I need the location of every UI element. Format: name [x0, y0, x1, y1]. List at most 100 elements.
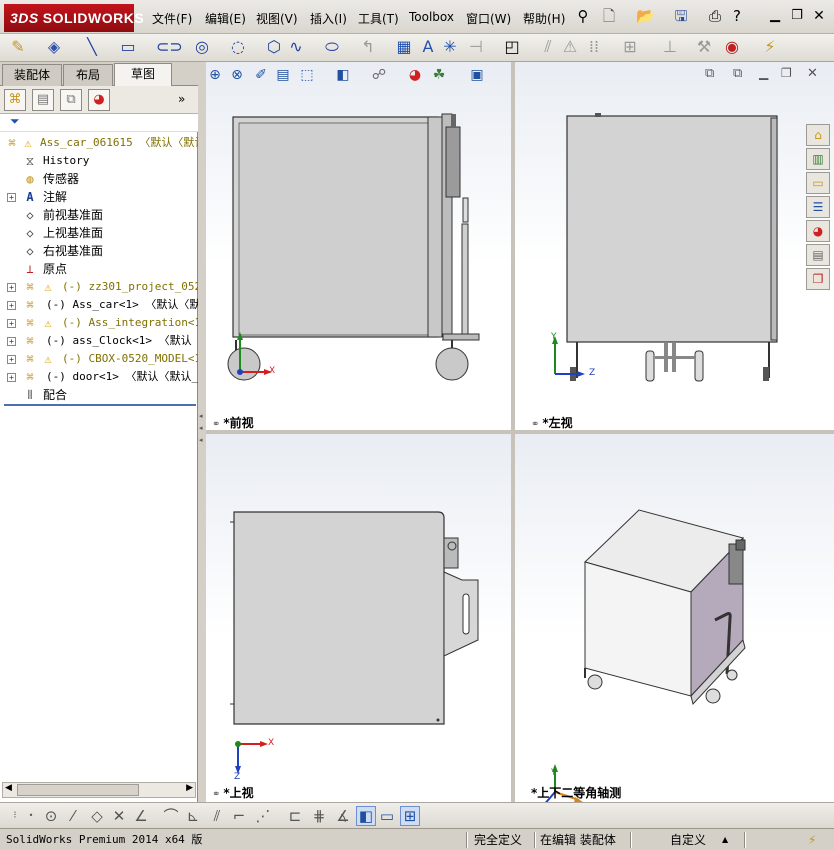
- fillet-icon[interactable]: ↰: [358, 38, 378, 56]
- solidworks-forum-icon[interactable]: ❐: [806, 268, 830, 290]
- point-icon[interactable]: ✳: [440, 38, 460, 56]
- viewport-minimize-icon[interactable]: ▁: [759, 66, 768, 80]
- hide-show-icon[interactable]: ☍: [370, 66, 388, 84]
- collapse-arrow-icon[interactable]: ◂: [199, 412, 203, 420]
- viewport-isometric[interactable]: Y X Z *上下二等角轴测: [515, 434, 834, 802]
- menu-toolbox[interactable]: Toolbox: [409, 10, 454, 24]
- tree-item-component[interactable]: + ⌘ (-) door<1> 〈默认〈默认_显: [0, 368, 198, 386]
- feature-manager-icon[interactable]: ⌘: [4, 89, 26, 111]
- viewport-front[interactable]: X ⚭ *前视 ⊕ ⊗ ✐ ▤ ⬚ ◧ ☍ ◕ ☘ ▣: [206, 62, 511, 430]
- tree-item-root[interactable]: ⌘ ⚠ Ass_car_061615 〈默认〈默认_: [0, 134, 198, 152]
- scroll-left-icon[interactable]: ◀: [5, 783, 12, 793]
- tree-item-component[interactable]: + ⌘ ⚠ (-) zz301_project_0525<: [0, 278, 198, 296]
- expand-toggle[interactable]: +: [7, 283, 16, 292]
- length-snap-icon[interactable]: ⊏: [286, 807, 304, 825]
- line-snap-icon[interactable]: ⁄: [64, 807, 82, 825]
- units-selector[interactable]: 自定义: [670, 831, 706, 849]
- close-icon[interactable]: ✕: [810, 7, 828, 27]
- tree-item-component[interactable]: + ⌘ (-) Ass_car<1> 〈默认〈默认_: [0, 296, 198, 314]
- nearest-snap-icon[interactable]: ∠: [132, 807, 150, 825]
- print-icon[interactable]: ⎙: [706, 7, 724, 27]
- quick-snaps-icon[interactable]: ◉: [722, 38, 742, 56]
- display-manager-icon[interactable]: ◕: [88, 89, 110, 111]
- units-dropdown-icon[interactable]: ▲: [722, 831, 728, 849]
- menu-view[interactable]: 视图(V): [256, 10, 298, 27]
- zoom-area-icon[interactable]: ⊗: [228, 66, 246, 84]
- open-folder-icon[interactable]: 📂: [636, 7, 655, 27]
- spline-icon[interactable]: ∿: [286, 38, 306, 56]
- linear-pattern-icon[interactable]: ⁞⁞: [584, 38, 604, 56]
- ellipse-icon[interactable]: ⬭: [322, 38, 342, 56]
- tree-item-right-plane[interactable]: ◇ 右视基准面: [0, 242, 198, 260]
- display-relations-icon[interactable]: ⊥: [660, 38, 680, 56]
- expand-panels-icon[interactable]: »: [178, 92, 185, 106]
- polygon-icon[interactable]: ⬡: [264, 38, 284, 56]
- tree-item-annotations[interactable]: + A 注解: [0, 188, 198, 206]
- angle-snap-icon[interactable]: ⋰: [254, 807, 272, 825]
- property-manager-icon[interactable]: ▤: [32, 89, 54, 111]
- tree-item-origin[interactable]: ⊥ 原点: [0, 260, 198, 278]
- filter-icon[interactable]: ⏷: [10, 114, 20, 129]
- repair-sketch-icon[interactable]: ⚒: [694, 38, 714, 56]
- configuration-manager-icon[interactable]: ⧉: [60, 89, 82, 111]
- rollback-bar[interactable]: [4, 404, 196, 406]
- split-view-icon[interactable]: ⧉: [733, 66, 742, 81]
- offset-icon[interactable]: ⫽: [538, 38, 558, 56]
- display-style-icon[interactable]: ◧: [334, 66, 352, 84]
- plane-icon[interactable]: ▦: [394, 38, 414, 56]
- file-explorer-icon[interactable]: ▭: [806, 172, 830, 194]
- custom-properties-icon[interactable]: ▤: [806, 244, 830, 266]
- parallel-snap-icon[interactable]: ⫽: [208, 807, 226, 825]
- shaded-display-icon[interactable]: ◧: [356, 806, 376, 826]
- minimize-icon[interactable]: ▁: [766, 7, 784, 27]
- rectangle-icon[interactable]: ▭: [118, 38, 138, 56]
- tree-item-mates[interactable]: ⫴ 配合: [0, 386, 198, 404]
- split-view-icon[interactable]: ⧉: [705, 66, 714, 81]
- expand-toggle[interactable]: +: [7, 319, 16, 328]
- trim-icon[interactable]: ⊣: [466, 38, 486, 56]
- rapid-sketch-icon[interactable]: ⚡: [760, 38, 780, 56]
- angle-icon[interactable]: ∡: [334, 807, 352, 825]
- design-library-icon[interactable]: ▥: [806, 148, 830, 170]
- view-settings-icon[interactable]: ▣: [468, 66, 486, 84]
- zoom-to-fit-icon[interactable]: ⊕: [206, 66, 224, 84]
- horizontal-snap-icon[interactable]: ⌐: [230, 807, 248, 825]
- viewport-left[interactable]: ⧉ ⧉ ▁ ❐ ✕ Y Z ⚭ *左视: [515, 62, 834, 430]
- viewport-restore-icon[interactable]: ❐: [781, 66, 792, 80]
- convert-entities-icon[interactable]: ◰: [502, 38, 522, 56]
- pin-icon[interactable]: ⚲: [574, 7, 592, 27]
- tree-item-component[interactable]: + ⌘ ⚠ (-) CBOX-0520_MODEL<1>: [0, 350, 198, 368]
- intersection-snap-icon[interactable]: ✕: [110, 807, 128, 825]
- expand-toggle[interactable]: +: [7, 337, 16, 346]
- menu-file[interactable]: 文件(F): [152, 10, 192, 27]
- section-view-icon[interactable]: ▤: [274, 66, 292, 84]
- viewport-close-icon[interactable]: ✕: [807, 66, 818, 81]
- edit-appearance-icon[interactable]: ◕: [406, 66, 424, 84]
- tree-item-top-plane[interactable]: ◇ 上视基准面: [0, 224, 198, 242]
- single-view-icon[interactable]: ▭: [378, 807, 396, 825]
- solidworks-logo[interactable]: 3DS SOLIDWORKS: [4, 4, 144, 32]
- apply-scene-icon[interactable]: ☘: [430, 66, 448, 84]
- save-icon[interactable]: 🖫: [672, 7, 690, 27]
- panel-splitter[interactable]: ◂ ◂ ◂: [198, 62, 206, 802]
- arc-icon[interactable]: ◌: [228, 38, 248, 56]
- scrollbar-thumb[interactable]: [17, 784, 139, 796]
- scroll-right-icon[interactable]: ▶: [186, 783, 193, 793]
- tree-item-component[interactable]: + ⌘ (-) ass_Clock<1> 〈默认〈默: [0, 332, 198, 350]
- mirror-icon[interactable]: ⚠: [560, 38, 580, 56]
- solidworks-resources-icon[interactable]: ⌂: [806, 124, 830, 146]
- four-view-icon[interactable]: ⊞: [400, 806, 420, 826]
- expand-toggle[interactable]: +: [7, 301, 16, 310]
- appearances-icon[interactable]: ◕: [806, 220, 830, 242]
- center-snap-icon[interactable]: ⊙: [42, 807, 60, 825]
- expand-toggle[interactable]: +: [7, 373, 16, 382]
- tree-item-sensors[interactable]: ◍ 传感器: [0, 170, 198, 188]
- new-document-icon[interactable]: 🗋: [600, 7, 618, 27]
- text-icon[interactable]: A: [418, 38, 438, 56]
- rebuild-status-icon[interactable]: ⚡: [808, 831, 816, 849]
- menu-help[interactable]: 帮助(H): [523, 10, 565, 27]
- viewport-vertical-divider[interactable]: [511, 62, 515, 802]
- viewport-horizontal-divider[interactable]: [206, 430, 834, 434]
- perpendicular-snap-icon[interactable]: ⊾: [184, 807, 202, 825]
- smart-dimension-icon[interactable]: ◈: [44, 38, 64, 56]
